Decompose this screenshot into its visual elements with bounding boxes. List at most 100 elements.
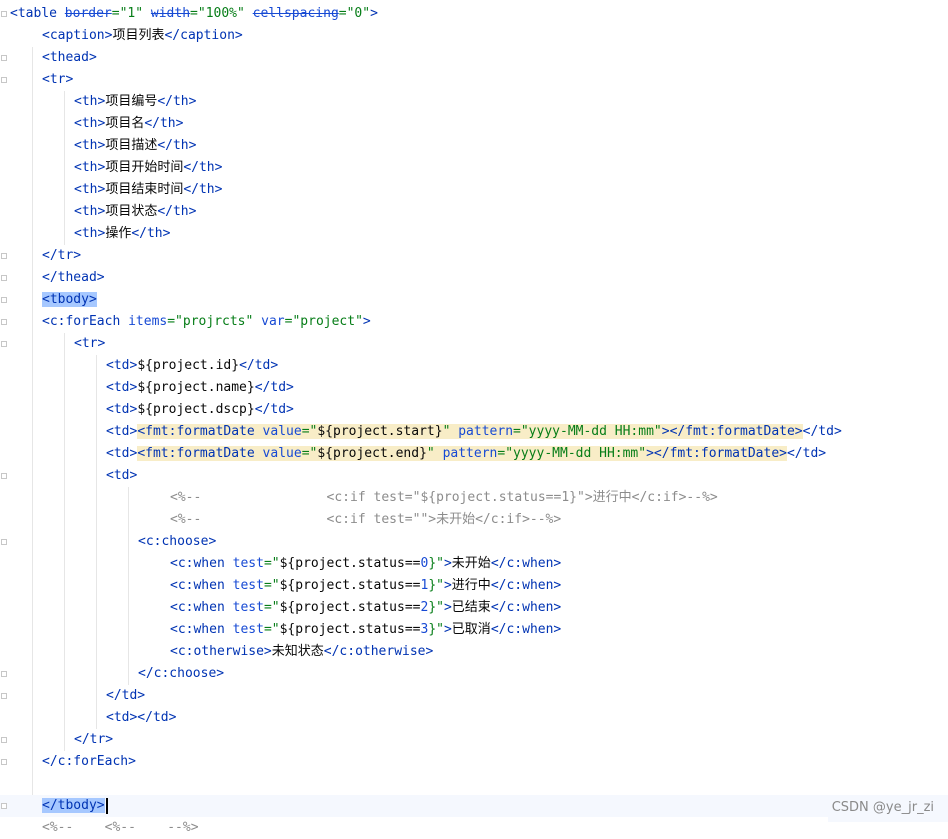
fold-marker-icon[interactable] [1, 77, 7, 83]
code-line[interactable]: <c:when test="${project.status==1}">进行中<… [0, 575, 948, 597]
code-line[interactable]: <tr> [0, 333, 948, 355]
code-token: 已结束 [451, 600, 491, 615]
code-token: =" [301, 424, 318, 439]
code-line[interactable]: <td><fmt:formatDate value="${project.sta… [0, 421, 948, 443]
code-line-content: <%-- <%-- --%> [42, 817, 199, 839]
code-line[interactable]: </c:forEach> [0, 751, 948, 773]
code-line[interactable]: </td> [0, 685, 948, 707]
code-line-content: <c:otherwise>未知状态</c:otherwise> [170, 641, 433, 663]
code-token: <c:when [170, 622, 233, 637]
code-line[interactable]: <th>项目编号</th> [0, 91, 948, 113]
code-line[interactable]: <td>${project.id}</td> [0, 355, 948, 377]
code-line[interactable]: <table border="1" width="100%" cellspaci… [0, 3, 948, 25]
code-line[interactable]: </tr> [0, 245, 948, 267]
code-token: ${project.end} [317, 446, 427, 461]
code-token: ${project.status== [279, 622, 421, 637]
code-line-content: <c:when test="${project.status==2}">已结束<… [170, 597, 561, 619]
fold-marker-icon[interactable] [1, 253, 7, 259]
code-line[interactable]: <thead> [0, 47, 948, 69]
code-line-content: <thead> [42, 47, 97, 69]
code-line[interactable]: <c:when test="${project.status==2}">已结束<… [0, 597, 948, 619]
code-token: <tr> [74, 336, 106, 351]
code-line[interactable]: <caption>项目列表</caption> [0, 25, 948, 47]
code-token: </tr> [74, 732, 114, 747]
code-line[interactable]: </tr> [0, 729, 948, 751]
fold-marker-icon[interactable] [1, 55, 7, 61]
code-line-content: <th>项目开始时间</th> [74, 157, 222, 179]
code-token: }" [428, 556, 444, 571]
code-line[interactable]: <td>${project.name}</td> [0, 377, 948, 399]
code-line-content: <td> [106, 465, 137, 487]
code-line[interactable]: <c:choose> [0, 531, 948, 553]
code-line[interactable]: <c:otherwise>未知状态</c:otherwise> [0, 641, 948, 663]
code-token: ="1" [111, 6, 151, 21]
code-line[interactable]: <tbody> [0, 289, 948, 311]
code-line-content: <th>项目结束时间</th> [74, 179, 222, 201]
fold-marker-icon[interactable] [1, 275, 7, 281]
code-line[interactable]: <th>项目开始时间</th> [0, 157, 948, 179]
code-line[interactable]: </tbody> [0, 795, 948, 817]
code-line[interactable]: <th>项目结束时间</th> [0, 179, 948, 201]
code-line[interactable]: <td>${project.dscp}</td> [0, 399, 948, 421]
code-token: ></fmt:formatDate> [646, 446, 787, 461]
code-line[interactable]: <%-- <c:if test="${project.status==1}">进… [0, 487, 948, 509]
code-token: width [150, 6, 191, 21]
code-line[interactable]: <c:when test="${project.status==3}">已取消<… [0, 619, 948, 641]
code-editor[interactable]: <table border="1" width="100%" cellspaci… [0, 0, 948, 835]
code-line[interactable]: <td><fmt:formatDate value="${project.end… [0, 443, 948, 465]
code-token: =" [263, 556, 280, 571]
code-token: 项目名 [105, 116, 145, 131]
code-line[interactable]: </c:choose> [0, 663, 948, 685]
code-token: <th> [74, 116, 106, 131]
code-line-content: </td> [106, 685, 145, 707]
code-token: =" [263, 578, 280, 593]
code-token: <fmt:formatDate [137, 446, 263, 461]
fold-marker-icon[interactable] [1, 539, 7, 545]
fold-marker-icon[interactable] [1, 341, 7, 347]
fold-marker-icon[interactable] [1, 759, 7, 765]
code-line-content: </tr> [42, 245, 81, 267]
code-token: 项目状态 [105, 204, 158, 219]
fold-marker-icon[interactable] [1, 319, 7, 325]
code-token: ="yyyy-MM-dd HH:mm" [513, 424, 662, 439]
code-token: ${project.start} [317, 424, 443, 439]
fold-marker-icon[interactable] [1, 671, 7, 677]
code-line-content: <c:when test="${project.status==1}">进行中<… [170, 575, 561, 597]
code-token: </td> [239, 358, 279, 373]
fold-marker-icon[interactable] [1, 297, 7, 303]
code-line[interactable]: <th>操作</th> [0, 223, 948, 245]
fold-marker-icon[interactable] [1, 737, 7, 743]
code-line[interactable]: <td> [0, 465, 948, 487]
code-line[interactable]: <%-- <c:if test="">未开始</c:if>--%> [0, 509, 948, 531]
code-line[interactable]: </thead> [0, 267, 948, 289]
code-token: </td> [254, 380, 294, 395]
code-line[interactable]: <tr> [0, 69, 948, 91]
code-token: </c:otherwise> [323, 644, 434, 659]
code-line[interactable]: <c:when test="${project.status==0}">未开始<… [0, 553, 948, 575]
fold-marker-icon[interactable] [1, 803, 7, 809]
code-line-content: <c:forEach items="projrcts" var="project… [42, 311, 371, 333]
code-line-content: <th>操作</th> [74, 223, 170, 245]
code-line[interactable]: <th>项目状态</th> [0, 201, 948, 223]
code-token: </c:when> [490, 556, 562, 571]
code-token: 操作 [105, 226, 132, 241]
code-token: test [232, 600, 264, 615]
code-token: <tbody> [42, 292, 97, 307]
code-token: border [64, 6, 112, 21]
code-line-content: <th>项目描述</th> [74, 135, 196, 157]
code-line[interactable]: <c:forEach items="projrcts" var="project… [0, 311, 948, 333]
code-line[interactable]: <th>项目描述</th> [0, 135, 948, 157]
fold-marker-icon[interactable] [1, 11, 7, 17]
fold-marker-icon[interactable] [1, 473, 7, 479]
code-token: </c:when> [490, 578, 562, 593]
code-token: ${project.status== [279, 556, 421, 571]
code-line[interactable]: <td></td> [0, 707, 948, 729]
code-token: <th> [74, 204, 106, 219]
code-line[interactable]: <th>项目名</th> [0, 113, 948, 135]
code-line[interactable] [0, 773, 948, 795]
code-line[interactable]: <%-- <%-- --%> [0, 817, 948, 839]
indent-guide [64, 333, 65, 751]
watermark: CSDN @ye_jr_zi [831, 800, 934, 815]
fold-marker-icon[interactable] [1, 693, 7, 699]
indent-guide [32, 47, 33, 795]
